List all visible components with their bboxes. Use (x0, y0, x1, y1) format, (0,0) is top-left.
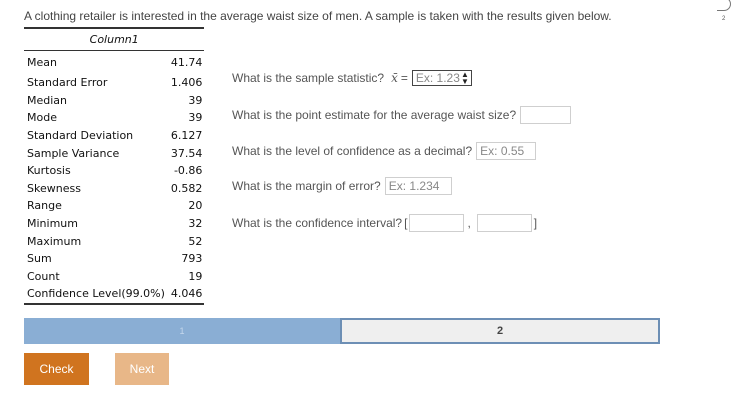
question-sample-statistic: What is the sample statistic? x̄ = Ex: 1… (232, 70, 472, 86)
question-label: What is the sample statistic? (232, 71, 385, 85)
table-row: Sum 793 (24, 250, 204, 268)
stat-label: Median (27, 93, 68, 107)
equals-sign: = (400, 71, 408, 85)
stat-label: Minimum (27, 217, 78, 231)
table-row: Confidence Level(99.0%) 4.046 (24, 285, 205, 305)
problem-intro: A clothing retailer is interested in the… (24, 9, 612, 23)
stat-label: Standard Error (27, 76, 108, 90)
sample-statistic-input[interactable]: Ex: 1.23 ▲ ▼ (411, 70, 472, 86)
stat-value: 52 (188, 234, 203, 248)
table-row: Standard Deviation 6.127 (24, 127, 204, 145)
tab-part-2[interactable]: 2 (340, 318, 660, 344)
table-row: Range 20 (24, 197, 204, 215)
close-bracket: ] (533, 216, 538, 230)
open-bracket: [ (404, 216, 408, 230)
confidence-level-input[interactable]: Ex: 0.55 (476, 142, 537, 160)
table-row: Sample Variance 37.54 (24, 144, 204, 162)
stat-label: Mode (27, 111, 57, 125)
table-row: Mean 41.74 (24, 51, 204, 75)
interval-lower-input[interactable] (409, 214, 465, 232)
stat-value: 1.406 (170, 76, 203, 90)
table-row: Skewness 0.582 (24, 180, 204, 198)
table-row: Median 39 (24, 92, 204, 110)
stat-label: Range (27, 199, 62, 213)
stat-value: 39 (188, 111, 203, 125)
stat-value: 41.74 (170, 56, 203, 69)
comma-separator: , (467, 216, 471, 230)
summary-stats-table: Column1 Mean 41.74 Standard Error 1.406 Medi… (24, 27, 205, 305)
question-confidence-interval: What is the confidence interval? [ , ] (232, 214, 537, 232)
stat-value: 20 (188, 199, 203, 213)
check-button[interactable]: Check (24, 353, 89, 385)
table-header: Column1 (24, 27, 205, 51)
table-row: Maximum 52 (24, 232, 204, 250)
xbar-symbol: x̄ (391, 71, 398, 85)
stat-value: 6.127 (170, 129, 203, 143)
table-row: Standard Error 1.406 (24, 74, 204, 92)
stat-value: 37.54 (170, 146, 203, 160)
question-point-estimate: What is the point estimate for the avera… (232, 106, 572, 124)
question-label: What is the level of confidence as a dec… (232, 144, 473, 158)
stat-label: Skewness (27, 181, 81, 195)
table-row: Count 19 (24, 268, 204, 286)
tab-part-1[interactable]: 1 (24, 318, 340, 344)
input-placeholder: Ex: 0.55 (480, 144, 525, 158)
stat-label: Maximum (27, 234, 82, 248)
stat-label: Mean (27, 56, 57, 69)
input-placeholder: Ex: 1.23 (415, 71, 460, 85)
input-placeholder: Ex: 1.234 (388, 179, 440, 193)
next-button[interactable]: Next (115, 353, 169, 385)
stat-value: 0.582 (170, 181, 203, 195)
part-tabs: 1 2 (24, 318, 660, 344)
stat-value: 793 (181, 252, 203, 266)
point-estimate-input[interactable] (520, 106, 572, 124)
corner-label: 2 (722, 16, 726, 22)
question-confidence-level: What is the level of confidence as a dec… (232, 142, 537, 160)
stat-label: Count (27, 269, 60, 283)
question-label: What is the margin of error? (232, 179, 381, 193)
table-row: Mode 39 (24, 109, 204, 127)
question-label: What is the point estimate for the avera… (232, 108, 517, 122)
table-row: Kurtosis -0.86 (24, 162, 204, 180)
question-margin-of-error: What is the margin of error? Ex: 1.234 (232, 177, 452, 195)
stat-value: 32 (188, 217, 203, 231)
stat-value: 19 (188, 269, 203, 283)
interval-upper-input[interactable] (476, 214, 532, 232)
stat-value: -0.86 (173, 164, 203, 178)
stat-label: Sum (27, 252, 52, 266)
expand-icon[interactable] (717, 0, 731, 11)
stat-value: 4.046 (167, 285, 205, 305)
table-row: Minimum 32 (24, 215, 204, 233)
stat-label: Confidence Level(99.0%) (24, 285, 168, 305)
margin-of-error-input[interactable]: Ex: 1.234 (384, 177, 452, 195)
spinner-arrows-icon[interactable]: ▲ ▼ (461, 71, 469, 86)
stat-label: Standard Deviation (27, 129, 134, 143)
stat-label: Sample Variance (27, 146, 120, 160)
stat-label: Kurtosis (27, 164, 71, 178)
question-label: What is the confidence interval? (232, 216, 403, 230)
stat-value: 39 (188, 93, 203, 107)
